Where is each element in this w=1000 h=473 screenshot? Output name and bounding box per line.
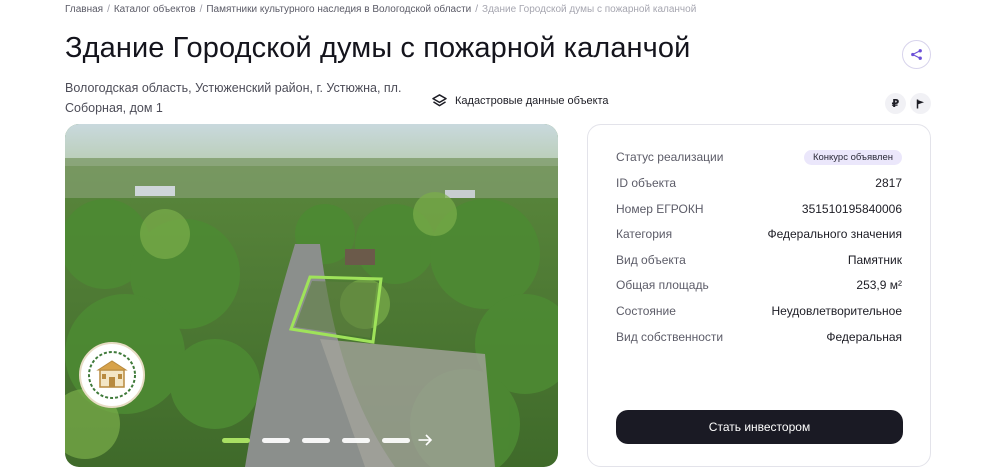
breadcrumb-separator: / — [475, 4, 479, 15]
layers-icon — [432, 94, 447, 107]
info-row-egrokn: Номер ЕГРОКН 351510195840006 — [616, 201, 902, 217]
info-row-ownership: Вид собственности Федеральная — [616, 329, 902, 345]
status-badge: Конкурс объявлен — [803, 149, 902, 165]
breadcrumb-home[interactable]: Главная — [65, 4, 103, 15]
breadcrumb-separator: / — [107, 4, 110, 15]
gallery-dot[interactable] — [342, 438, 370, 443]
become-investor-button[interactable]: Стать инвестором — [616, 410, 903, 444]
object-icon-buttons: ₽ — [885, 93, 931, 114]
heritage-building-icon — [88, 351, 136, 399]
info-key: Номер ЕГРОКН — [616, 202, 704, 216]
breadcrumb: Главная / Каталог объектов / Памятники к… — [65, 4, 696, 15]
info-row-category: Категория Федерального значения — [616, 226, 902, 242]
info-value: Неудовлетворительное — [771, 304, 902, 318]
gallery-dot[interactable] — [262, 438, 290, 443]
breadcrumb-separator: / — [199, 4, 203, 15]
info-key: ID объекта — [616, 176, 677, 190]
info-value: 351510195840006 — [801, 202, 902, 216]
share-icon — [911, 49, 922, 60]
object-address: Вологодская область, Устюженский район, … — [65, 81, 402, 115]
info-value: Памятник — [847, 253, 902, 267]
page-title: Здание Городской думы с пожарной каланчо… — [65, 32, 691, 64]
info-value: 253,9 м² — [856, 278, 902, 292]
breadcrumb-current: Здание Городской думы с пожарной каланчо… — [482, 4, 697, 15]
flag-icon[interactable] — [910, 93, 931, 114]
gallery-pagination — [222, 438, 410, 443]
info-row-condition: Состояние Неудовлетворительное — [616, 303, 902, 319]
info-key: Вид объекта — [616, 253, 686, 267]
object-info-card: Статус реализации Конкурс объявлен ID об… — [587, 124, 931, 467]
share-button[interactable] — [902, 40, 931, 69]
info-key: Общая площадь — [616, 278, 709, 292]
info-row-status: Статус реализации Конкурс объявлен — [616, 149, 902, 165]
info-row-id: ID объекта 2817 — [616, 175, 902, 191]
breadcrumb-catalog[interactable]: Каталог объектов — [114, 4, 196, 15]
breadcrumb-region[interactable]: Памятники культурного наследия в Вологод… — [206, 4, 471, 15]
heritage-logo — [79, 342, 145, 408]
gallery-next-button[interactable] — [417, 432, 433, 453]
info-value: 2817 — [875, 176, 902, 190]
info-value: Федерального значения — [767, 227, 902, 241]
gallery-dot[interactable] — [382, 438, 410, 443]
arrow-right-icon — [418, 434, 433, 446]
info-key: Статус реализации — [616, 150, 724, 164]
info-row-area: Общая площадь 253,9 м² — [616, 277, 902, 293]
aerial-photo — [65, 124, 558, 467]
gallery-dot[interactable] — [222, 438, 250, 443]
gallery-dot[interactable] — [302, 438, 330, 443]
object-photo-gallery[interactable] — [65, 124, 558, 467]
info-key: Категория — [616, 227, 673, 241]
info-value: Федеральная — [826, 330, 902, 344]
cadastral-data-link[interactable]: Кадастровые данные объекта — [432, 94, 609, 107]
ruble-icon[interactable]: ₽ — [885, 93, 906, 114]
info-row-object-type: Вид объекта Памятник — [616, 252, 902, 268]
info-key: Вид собственности — [616, 330, 724, 344]
info-key: Состояние — [616, 304, 676, 318]
cadastral-link-label: Кадастровые данные объекта — [455, 94, 609, 107]
